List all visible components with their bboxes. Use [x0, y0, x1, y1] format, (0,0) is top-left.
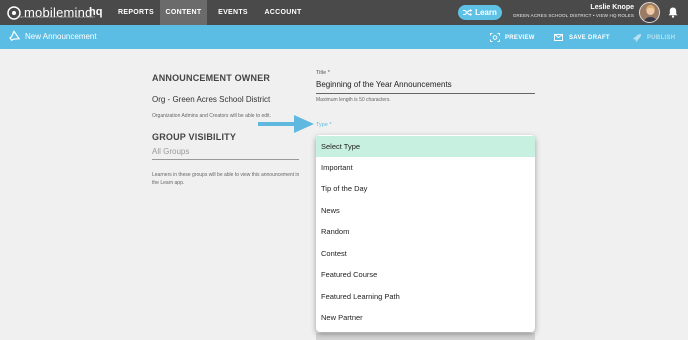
type-field-underlay [316, 333, 535, 340]
type-option-select-type[interactable]: Select Type [316, 136, 535, 157]
preview-icon [490, 33, 500, 42]
avatar[interactable] [639, 2, 660, 23]
save-draft-icon [554, 33, 563, 41]
owner-heading: ANNOUNCEMENT OWNER [152, 73, 271, 83]
owner-org: Org - Green Acres School District [152, 95, 271, 104]
rocket-icon [633, 34, 641, 42]
megaphone-icon [9, 30, 21, 42]
type-option-contest[interactable]: Contest [316, 243, 535, 264]
nav-events[interactable]: EVENTS [207, 0, 259, 25]
type-dropdown[interactable]: Select Type Important Tip of the Day New… [316, 135, 535, 332]
owner-note: Organization Admins and Creators will be… [152, 113, 271, 119]
nav-content[interactable]: CONTENT [160, 0, 207, 25]
arrow-annotation [258, 115, 314, 133]
learn-button-label: Learn [475, 8, 497, 17]
publish-label: PUBLISH [647, 35, 676, 41]
type-option-new-partner[interactable]: New Partner [316, 307, 535, 328]
nav-account[interactable]: ACCOUNT [259, 0, 307, 25]
user-name[interactable]: Leslie Knope [590, 4, 634, 11]
visibility-note: Learners in these groups will be able to… [152, 172, 300, 186]
learn-button[interactable]: Learn [458, 5, 502, 20]
type-option-important[interactable]: Important [316, 157, 535, 178]
type-option-featured-course[interactable]: Featured Course [316, 264, 535, 285]
type-label: Type * [316, 122, 332, 128]
type-option-news[interactable]: News [316, 200, 535, 221]
type-option-featured-learning-path[interactable]: Featured Learning Path [316, 286, 535, 307]
preview-button[interactable]: PREVIEW [490, 33, 535, 42]
title-label: Title * [316, 70, 330, 76]
avatar-image [640, 3, 659, 22]
title-hint: Maximum length is 50 characters. [316, 97, 391, 103]
nav-reports[interactable]: REPORTS [112, 0, 160, 25]
type-option-random[interactable]: Random [316, 221, 535, 242]
title-input[interactable]: Beginning of the Year Announcements [316, 80, 535, 94]
type-option-tip-of-the-day[interactable]: Tip of the Day [316, 178, 535, 199]
user-subtitle[interactable]: GREEN ACRES SCHOOL DISTRICT • VIEW HQ RO… [513, 13, 634, 18]
visibility-heading: GROUP VISIBILITY [152, 132, 237, 142]
save-draft-button[interactable]: SAVE DRAFT [554, 33, 610, 42]
top-nav: mobilemind EMPOWERING EDUCATORS THROUGH … [0, 0, 688, 25]
page-title: New Announcement [25, 32, 97, 41]
bell-icon[interactable] [668, 7, 678, 18]
shuffle-icon [463, 9, 473, 16]
logo-tagline: EMPOWERING EDUCATORS THROUGH TECHNOLOGY [17, 15, 96, 19]
groups-select[interactable]: All Groups [152, 147, 299, 160]
hq-label: hq [89, 6, 103, 18]
save-draft-label: SAVE DRAFT [569, 34, 610, 41]
preview-label: PREVIEW [505, 34, 535, 41]
publish-button[interactable]: PUBLISH [632, 33, 675, 43]
